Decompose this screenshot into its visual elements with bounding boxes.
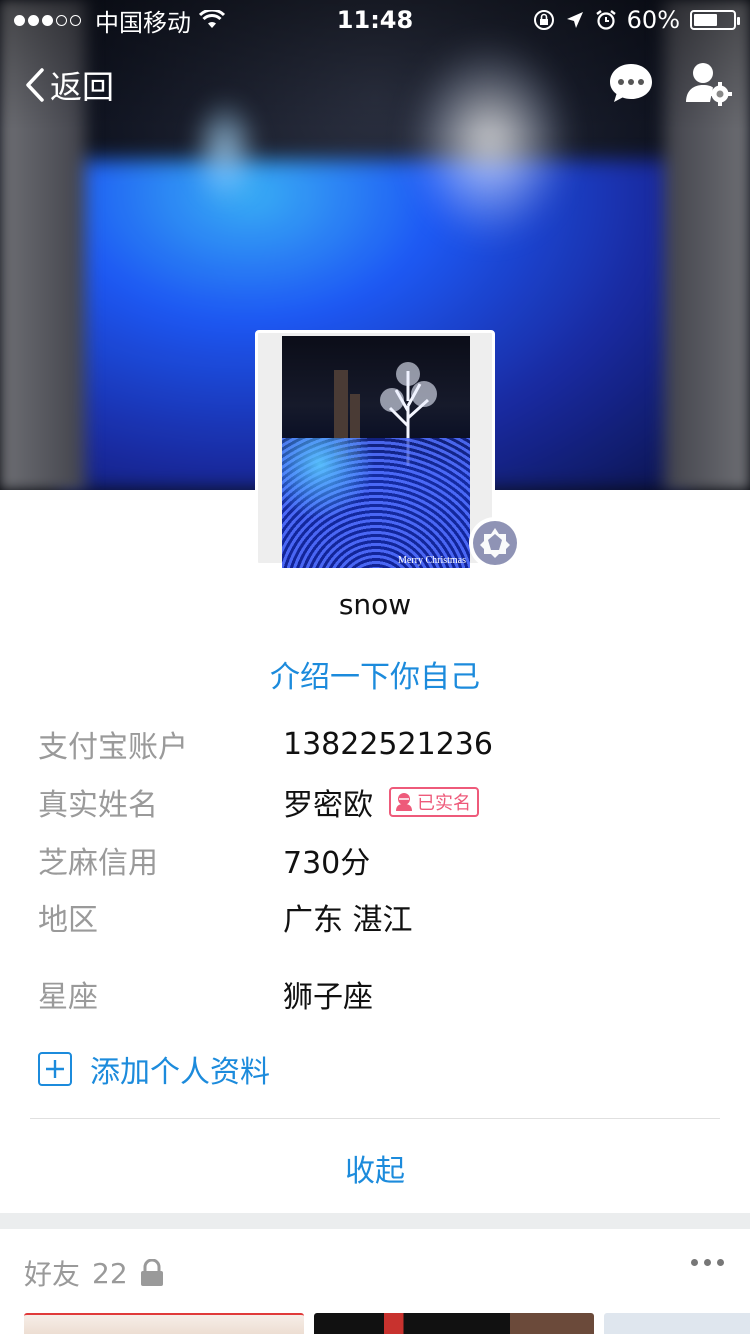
- friend-thumbnail[interactable]: [24, 1313, 304, 1334]
- avatar-lights: [282, 438, 470, 568]
- verified-person-icon: [396, 793, 412, 811]
- battery-icon: [690, 10, 740, 30]
- verified-badge[interactable]: 已实名: [389, 787, 479, 817]
- friends-label: 好友: [24, 1258, 81, 1291]
- info-row-region: 地区 广东 湛江: [38, 895, 718, 939]
- star-badge-icon: [480, 528, 510, 558]
- info-value: 狮子座: [283, 980, 373, 1015]
- info-row-alipay-account: 支付宝账户 13822521236: [38, 722, 718, 766]
- battery-percent: 60%: [626, 6, 680, 34]
- nav-bar: 返回: [0, 50, 750, 120]
- avatar-caption: Merry Christmas: [397, 555, 466, 566]
- alarm-icon: [595, 10, 616, 30]
- person-settings-icon[interactable]: [684, 60, 732, 106]
- add-info-label: 添加个人资料: [90, 1055, 270, 1090]
- avatar-photo: Merry Christmas: [282, 336, 470, 568]
- intro-link[interactable]: 介绍一下你自己: [0, 652, 750, 696]
- info-row-sesame-credit: 芝麻信用 730分: [38, 838, 718, 882]
- back-button[interactable]: 返回: [24, 62, 114, 108]
- info-value: 广东 湛江: [283, 903, 413, 938]
- member-badge[interactable]: [469, 517, 521, 569]
- info-label: 星座: [38, 980, 98, 1015]
- friends-title: 好友 22: [24, 1253, 164, 1293]
- badge-inner: [473, 521, 517, 565]
- location-icon: [566, 12, 583, 28]
- avatar[interactable]: Merry Christmas: [255, 330, 495, 568]
- info-value-wrap: 罗密欧 已实名: [283, 780, 479, 824]
- friend-thumbnail[interactable]: [314, 1313, 594, 1334]
- info-value: 罗密欧: [283, 788, 373, 823]
- info-label: 真实姓名: [38, 788, 158, 823]
- info-label: 地区: [38, 903, 98, 938]
- signal-icon: [14, 14, 81, 26]
- plus-icon: [38, 1052, 72, 1086]
- friends-count: 22: [92, 1256, 128, 1290]
- info-value[interactable]: 730分: [283, 838, 370, 882]
- status-left: 中国移动: [14, 3, 225, 38]
- nav-actions: [608, 60, 732, 106]
- verified-label: 已实名: [417, 793, 471, 814]
- info-row-zodiac: 星座 狮子座: [38, 972, 718, 1016]
- info-label: 芝麻信用: [38, 846, 158, 881]
- friends-section[interactable]: 好友 22: [0, 1229, 750, 1334]
- profile-name: snow: [338, 588, 412, 621]
- back-label: 返回: [50, 68, 115, 106]
- info-label: 支付宝账户: [38, 730, 188, 765]
- lock-icon: [140, 1259, 163, 1286]
- chevron-left-icon: [26, 68, 44, 102]
- orientation-lock-icon: [533, 10, 554, 30]
- info-value[interactable]: 13822521236: [283, 727, 493, 762]
- collapse-button[interactable]: 收起: [0, 1146, 750, 1190]
- chat-bubble-icon[interactable]: [608, 61, 654, 105]
- status-right: 60%: [533, 6, 740, 34]
- wifi-icon: [199, 10, 225, 28]
- status-bar: 中国移动 11:48 60%: [0, 0, 750, 40]
- more-icon[interactable]: [691, 1259, 724, 1266]
- info-row-real-name: 真实姓名 罗密欧 已实名: [38, 780, 718, 824]
- carrier-label: 中国移动: [95, 8, 191, 37]
- add-info-button[interactable]: 添加个人资料: [38, 1047, 270, 1091]
- divider: [30, 1118, 720, 1119]
- friend-thumbnail[interactable]: [604, 1313, 750, 1334]
